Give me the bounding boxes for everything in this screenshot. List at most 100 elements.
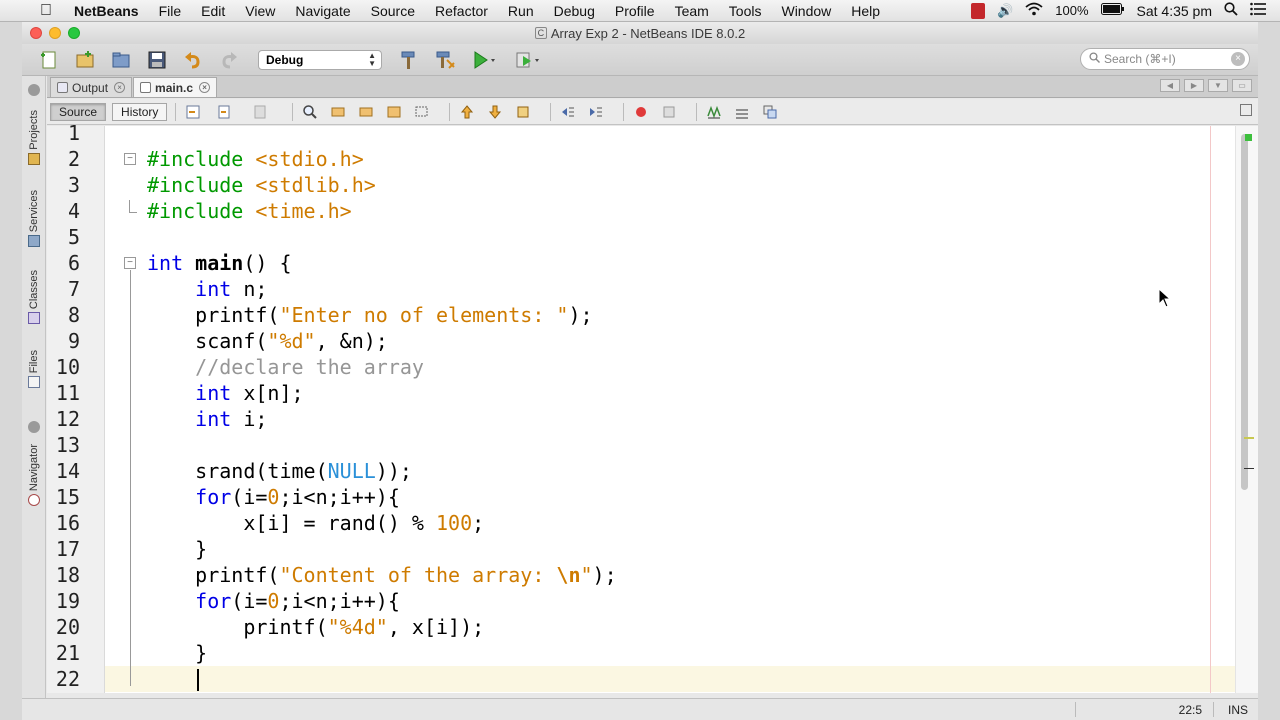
menu-view[interactable]: View	[245, 3, 275, 19]
menu-source[interactable]: Source	[371, 3, 415, 19]
next-bookmark-icon[interactable]	[486, 103, 504, 121]
window-minimize-button[interactable]	[49, 27, 61, 39]
code-line[interactable]	[105, 126, 1235, 146]
side-tab-classes[interactable]: Classes	[24, 270, 44, 325]
last-edit-icon[interactable]	[184, 103, 202, 121]
code-line[interactable]: printf("Enter no of elements: ");	[105, 302, 1235, 328]
wifi-icon[interactable]	[1025, 2, 1043, 19]
editor-scrollbar[interactable]	[1235, 126, 1258, 693]
code-line[interactable]: srand(time(NULL));	[105, 458, 1235, 484]
battery-icon[interactable]	[1100, 3, 1125, 18]
menu-app-name[interactable]: NetBeans	[74, 3, 139, 19]
toggle-bookmark-icon[interactable]	[514, 103, 532, 121]
menu-navigate[interactable]: Navigate	[295, 3, 350, 19]
menu-refactor[interactable]: Refactor	[435, 3, 488, 19]
minimize-group-icon-2[interactable]	[28, 421, 40, 433]
uncomment-icon[interactable]	[733, 103, 751, 121]
comment-icon[interactable]	[705, 103, 723, 121]
code-line[interactable]	[105, 666, 1235, 692]
undo-button[interactable]	[180, 48, 206, 72]
fold-toggle-icon[interactable]: −	[124, 257, 136, 269]
toggle-rect-selection-icon[interactable]	[413, 103, 431, 121]
code-line[interactable]	[105, 224, 1235, 250]
run-button[interactable]	[468, 48, 502, 72]
search-input[interactable]: Search (⌘+I) ×	[1080, 48, 1250, 70]
menu-help[interactable]: Help	[851, 3, 880, 19]
code-area[interactable]: #include <stdio.h> #include <stdlib.h> #in…	[105, 126, 1235, 693]
volume-icon[interactable]: 🔊	[997, 3, 1013, 19]
fold-toggle-icon[interactable]: −	[124, 153, 136, 165]
code-line[interactable]: int i;	[105, 406, 1235, 432]
menu-debug[interactable]: Debug	[554, 3, 595, 19]
caret-position-mark[interactable]	[1244, 468, 1254, 469]
scroll-tabs-right-icon[interactable]: ▶	[1184, 79, 1204, 92]
tab-main-c[interactable]: main.c ×	[133, 77, 218, 97]
menu-run[interactable]: Run	[508, 3, 534, 19]
history-view-tab[interactable]: History	[112, 102, 168, 121]
menu-clock[interactable]: Sat 4:35 pm	[1137, 3, 1213, 19]
format-icon[interactable]	[761, 103, 779, 121]
menu-team[interactable]: Team	[675, 3, 709, 19]
code-line[interactable]	[105, 432, 1235, 458]
redo-button[interactable]	[216, 48, 242, 72]
find-icon[interactable]	[301, 103, 319, 121]
code-line[interactable]: printf("%4d", x[i]);	[105, 614, 1235, 640]
tab-main-c-close-icon[interactable]: ×	[199, 82, 211, 93]
screen-recorder-icon[interactable]	[971, 2, 986, 19]
occurrence-mark[interactable]	[1244, 437, 1254, 439]
shift-left-icon[interactable]	[559, 103, 577, 121]
show-opened-documents-icon[interactable]: ▼	[1208, 79, 1228, 92]
code-line[interactable]: }	[105, 536, 1235, 562]
code-line[interactable]: #include <stdio.h>	[105, 146, 1235, 172]
toggle-highlight-icon[interactable]	[385, 103, 403, 121]
menu-edit[interactable]: Edit	[201, 3, 225, 19]
window-maximize-button[interactable]	[68, 27, 80, 39]
apple-icon[interactable]: 	[38, 2, 54, 19]
new-file-button[interactable]	[36, 48, 62, 72]
window-close-button[interactable]	[30, 27, 42, 39]
code-line[interactable]: #include <time.h>	[105, 198, 1235, 224]
side-tab-projects[interactable]: Projects	[24, 110, 44, 165]
side-tab-navigator[interactable]: Navigator	[24, 444, 44, 507]
code-editor[interactable]: 1 2 3 4 5 6 7 8 9 10 11 12 13 14 15 16 17 18 19 20 21 22 #inc…	[47, 121, 1258, 693]
build-hammer-button[interactable]	[396, 48, 422, 72]
code-line[interactable]: int x[n];	[105, 380, 1235, 406]
stop-macro-recording-icon[interactable]	[660, 103, 678, 121]
code-line[interactable]: scanf("%d", &n);	[105, 328, 1235, 354]
tab-output-close-icon[interactable]: ×	[114, 82, 126, 93]
code-line[interactable]: for(i=0;i<n;i++){	[105, 588, 1235, 614]
scroll-tabs-left-icon[interactable]: ◀	[1160, 79, 1180, 92]
spotlight-search-icon[interactable]	[1224, 2, 1238, 19]
save-all-button[interactable]	[144, 48, 170, 72]
menu-tools[interactable]: Tools	[729, 3, 762, 19]
find-next-icon[interactable]	[357, 103, 375, 121]
code-line[interactable]: for(i=0;i<n;i++){	[105, 484, 1235, 510]
code-line[interactable]: }	[105, 640, 1235, 666]
code-line[interactable]: //declare the array	[105, 354, 1235, 380]
search-clear-icon[interactable]: ×	[1231, 52, 1245, 66]
code-line[interactable]: x[i] = rand() % 100;	[105, 510, 1235, 536]
open-project-button[interactable]	[108, 48, 134, 72]
clean-build-button[interactable]	[432, 48, 458, 72]
previous-bookmark-icon[interactable]	[458, 103, 476, 121]
back-icon[interactable]	[212, 103, 238, 121]
code-line[interactable]: printf("Content of the array: \n");	[105, 562, 1235, 588]
split-editor-icon[interactable]	[1240, 104, 1252, 116]
notification-center-icon[interactable]	[1250, 2, 1266, 19]
maximize-window-icon[interactable]: ▭	[1232, 79, 1252, 92]
side-tab-files[interactable]: Files	[24, 350, 44, 389]
minimize-group-icon[interactable]	[28, 84, 40, 96]
debug-run-button[interactable]	[512, 48, 546, 72]
shift-right-icon[interactable]	[587, 103, 605, 121]
find-previous-icon[interactable]	[329, 103, 347, 121]
start-macro-recording-icon[interactable]	[632, 103, 650, 121]
forward-icon[interactable]	[248, 103, 274, 121]
menu-file[interactable]: File	[159, 3, 182, 19]
source-view-tab[interactable]: Source	[50, 102, 107, 121]
menu-profile[interactable]: Profile	[615, 3, 655, 19]
code-line[interactable]: int n;	[105, 276, 1235, 302]
menu-window[interactable]: Window	[781, 3, 831, 19]
tab-output[interactable]: Output ×	[50, 77, 133, 97]
code-line[interactable]: int main() {	[105, 250, 1235, 276]
side-tab-services[interactable]: Services	[24, 190, 44, 248]
